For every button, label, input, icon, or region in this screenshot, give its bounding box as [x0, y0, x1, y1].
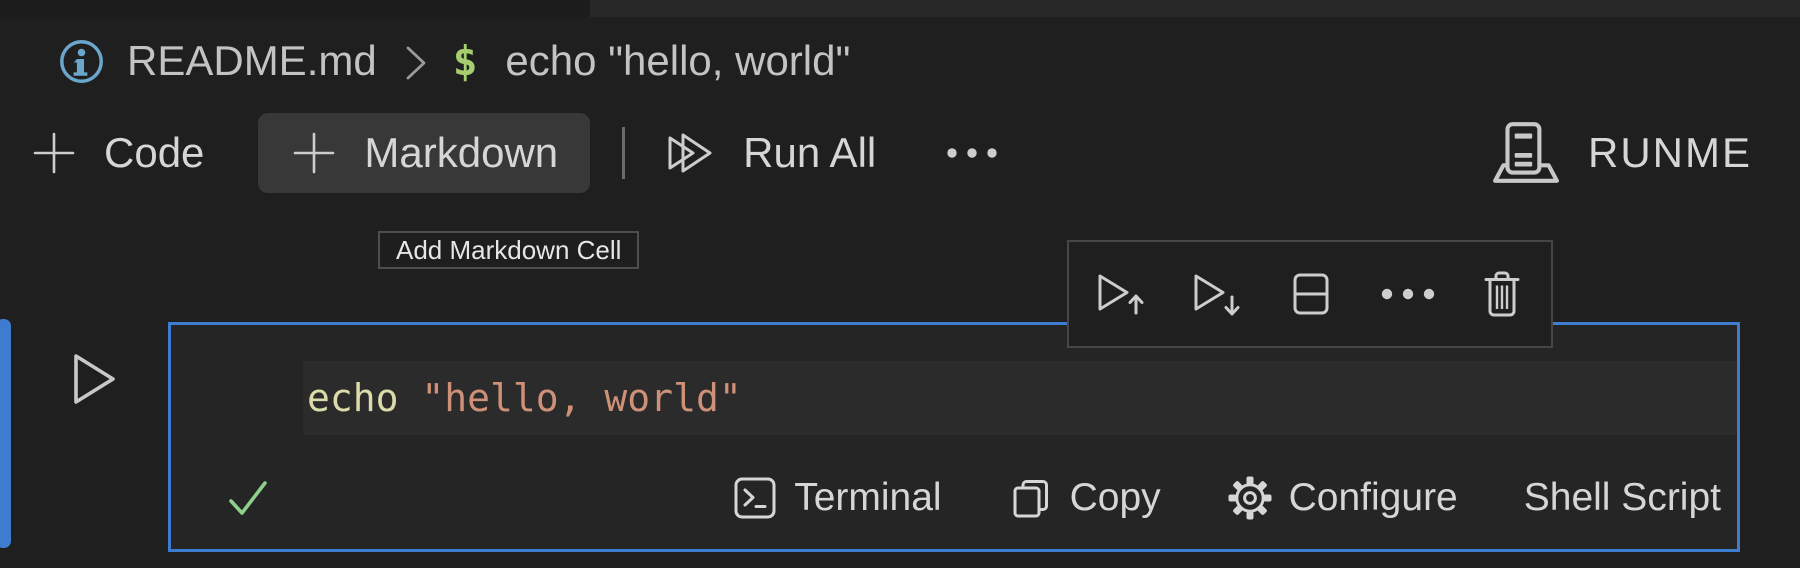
execute-below-icon [1191, 269, 1243, 319]
copy-button[interactable]: Copy [1002, 474, 1167, 522]
add-markdown-label: Markdown [364, 129, 559, 176]
chevron-right-icon [403, 42, 429, 84]
execute-below-button[interactable] [1191, 269, 1243, 319]
add-code-label: Code [104, 129, 205, 176]
code-text: echo "hello, world" [307, 376, 742, 420]
add-code-cell-button[interactable]: Code [30, 129, 204, 177]
execute-above-icon [1095, 269, 1147, 319]
kernel-selector-runme[interactable]: RUNME [1490, 121, 1752, 185]
info-icon [58, 38, 105, 85]
breadcrumb-file[interactable]: README.md [127, 37, 377, 85]
split-cell-button[interactable] [1286, 269, 1336, 319]
run-cell-button[interactable] [68, 350, 120, 408]
terminal-label: Terminal [794, 476, 942, 519]
add-markdown-cell-button[interactable]: Markdown [258, 113, 591, 193]
configure-button[interactable]: Configure [1221, 474, 1464, 522]
notebook-editor: README.md $ echo "hello, world" Code Mar… [0, 0, 1800, 568]
code-cell[interactable]: echo "hello, world" Terminal Copy Config… [168, 322, 1740, 552]
kernel-label: RUNME [1588, 129, 1752, 176]
gear-icon [1227, 475, 1273, 521]
tab-bar-active-segment [0, 0, 590, 17]
run-all-button[interactable]: Run All [663, 126, 876, 180]
success-check-icon [225, 475, 271, 521]
more-actions-button[interactable] [946, 147, 998, 159]
breadcrumb-cell-command[interactable]: echo "hello, world" [505, 37, 850, 85]
cell-toolbar [1067, 240, 1553, 348]
runme-logo-icon [1490, 121, 1562, 185]
breadcrumb-cell-prompt: $ [452, 37, 478, 85]
run-cell-icon [69, 350, 119, 408]
tooltip-add-markdown-cell: Add Markdown Cell [378, 231, 640, 269]
run-all-icon [663, 126, 717, 180]
language-selector[interactable]: Shell Script [1518, 475, 1727, 521]
run-all-label: Run All [743, 129, 877, 176]
more-actions-icon [1380, 287, 1436, 301]
breadcrumb: README.md $ echo "hello, world" [58, 32, 850, 90]
more-cell-actions-button[interactable] [1380, 287, 1436, 301]
language-label: Shell Script [1523, 476, 1721, 519]
terminal-icon [732, 475, 778, 521]
trash-icon [1479, 269, 1525, 319]
code-string: "hello, world" [421, 376, 742, 420]
plus-icon [30, 129, 78, 177]
cell-focus-indicator[interactable] [0, 319, 11, 548]
terminal-button[interactable]: Terminal [726, 474, 947, 522]
configure-label: Configure [1288, 476, 1458, 519]
copy-label: Copy [1069, 476, 1161, 519]
split-cell-icon [1286, 269, 1336, 319]
toolbar-divider [622, 127, 626, 179]
code-keyword: echo [307, 376, 399, 420]
ellipsis-icon [946, 147, 998, 159]
copy-icon [1008, 475, 1054, 521]
delete-cell-button[interactable] [1479, 269, 1525, 319]
cell-status-actions: Terminal Copy Configure Shell Script [726, 474, 1727, 522]
notebook-toolbar: Code Markdown Run All RUNME [0, 110, 1800, 196]
plus-icon [290, 129, 338, 177]
code-line[interactable]: echo "hello, world" [303, 361, 1737, 435]
cell-status-bar: Terminal Copy Configure Shell Script [171, 461, 1737, 549]
tab-bar [590, 0, 1800, 17]
execute-above-button[interactable] [1095, 269, 1147, 319]
